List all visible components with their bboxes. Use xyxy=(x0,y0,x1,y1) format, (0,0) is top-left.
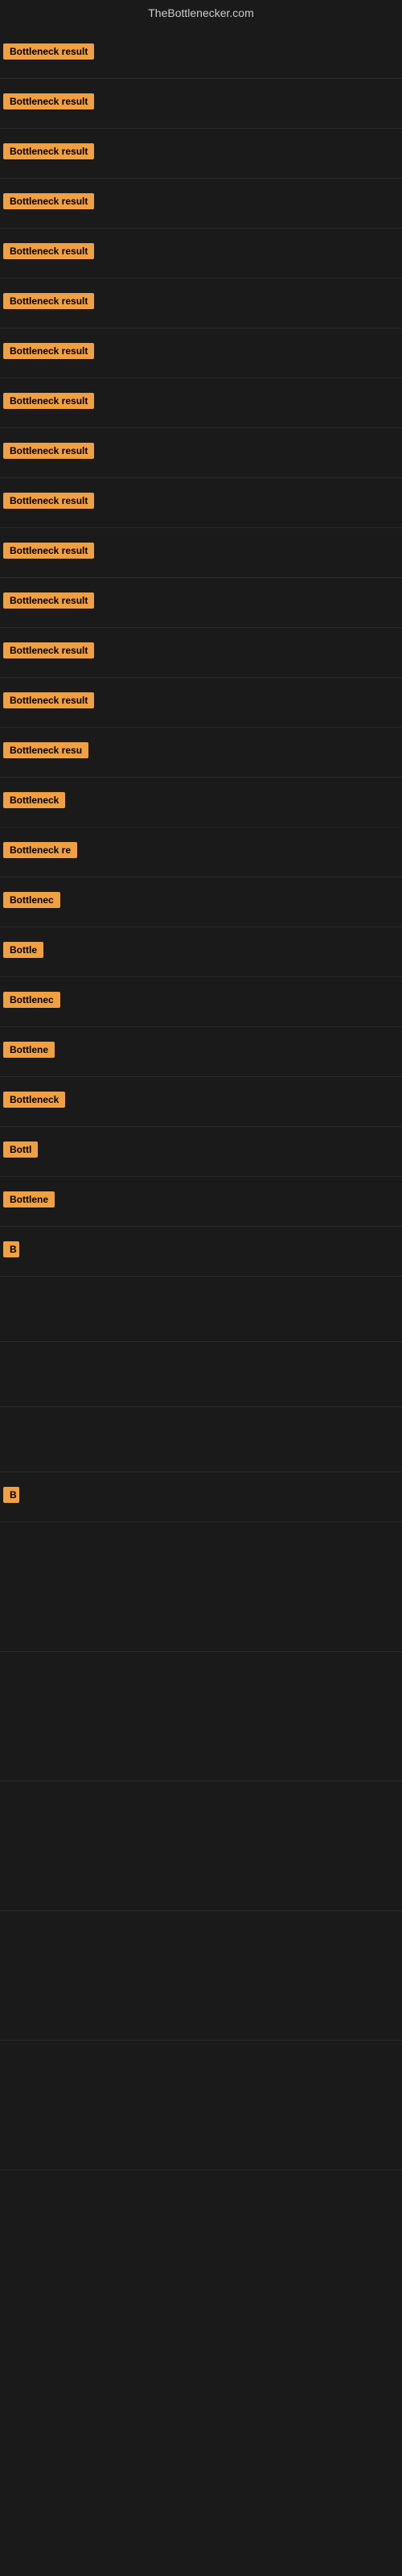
table-row: Bottleneck result xyxy=(0,179,402,229)
bottleneck-badge[interactable]: Bottleneck result xyxy=(3,443,94,459)
table-row: Bottleneck result xyxy=(0,328,402,378)
table-row: Bottleneck resu xyxy=(0,728,402,778)
bottleneck-badge[interactable]: Bottleneck result xyxy=(3,193,94,209)
table-row: Bottleneck xyxy=(0,1077,402,1127)
bottleneck-badge[interactable]: Bottleneck xyxy=(3,1092,65,1108)
bottleneck-badge[interactable]: Bottleneck result xyxy=(3,43,94,60)
bottleneck-badge[interactable]: Bottle xyxy=(3,942,43,958)
table-row: Bottleneck result xyxy=(0,578,402,628)
table-row: Bottleneck result xyxy=(0,678,402,728)
table-row: Bottl xyxy=(0,1127,402,1177)
table-row: Bottle xyxy=(0,927,402,977)
bottleneck-badge[interactable]: Bottlenec xyxy=(3,892,60,908)
bottleneck-badge[interactable]: Bottleneck re xyxy=(3,842,77,858)
table-row: Bottleneck result xyxy=(0,428,402,478)
bottleneck-badge[interactable]: Bottleneck xyxy=(3,792,65,808)
table-row: Bottlenec xyxy=(0,877,402,927)
table-row: Bottleneck result xyxy=(0,378,402,428)
table-row xyxy=(0,1407,402,1472)
bottleneck-badge[interactable]: Bottleneck result xyxy=(3,692,94,708)
badge-rows-container: Bottleneck result Bottleneck result Bott… xyxy=(0,29,402,2170)
bottleneck-badge[interactable]: B xyxy=(3,1487,19,1503)
bottleneck-badge[interactable]: Bottleneck result xyxy=(3,243,94,259)
table-row: Bottleneck result xyxy=(0,129,402,179)
table-row: Bottleneck result xyxy=(0,528,402,578)
bottleneck-badge[interactable]: Bottlenec xyxy=(3,992,60,1008)
table-row xyxy=(0,1342,402,1407)
table-row: Bottlene xyxy=(0,1177,402,1227)
table-row: Bottleneck re xyxy=(0,828,402,877)
bottleneck-badge[interactable]: Bottlene xyxy=(3,1191,55,1208)
table-row: B xyxy=(0,1472,402,1522)
table-row: Bottleneck result xyxy=(0,29,402,79)
bottleneck-badge[interactable]: Bottleneck resu xyxy=(3,742,88,758)
table-row: Bottlene xyxy=(0,1027,402,1077)
table-row: Bottleneck xyxy=(0,778,402,828)
table-row: Bottleneck result xyxy=(0,628,402,678)
bottleneck-badge[interactable]: B xyxy=(3,1241,19,1257)
table-row xyxy=(0,1781,402,1911)
table-row xyxy=(0,2041,402,2170)
bottleneck-badge[interactable]: Bottleneck result xyxy=(3,592,94,609)
table-row: Bottleneck result xyxy=(0,279,402,328)
bottleneck-badge[interactable]: Bottleneck result xyxy=(3,343,94,359)
table-row: Bottleneck result xyxy=(0,478,402,528)
bottleneck-badge[interactable]: Bottleneck result xyxy=(3,143,94,159)
bottleneck-badge[interactable]: Bottleneck result xyxy=(3,543,94,559)
table-row: Bottlenec xyxy=(0,977,402,1027)
bottleneck-badge[interactable]: Bottleneck result xyxy=(3,93,94,109)
site-title: TheBottlenecker.com xyxy=(0,0,402,29)
bottleneck-badge[interactable]: Bottleneck result xyxy=(3,493,94,509)
table-row: Bottleneck result xyxy=(0,79,402,129)
table-row xyxy=(0,1652,402,1781)
table-row xyxy=(0,1911,402,2041)
bottleneck-badge[interactable]: Bottleneck result xyxy=(3,393,94,409)
bottleneck-badge[interactable]: Bottleneck result xyxy=(3,293,94,309)
table-row xyxy=(0,1522,402,1652)
table-row: Bottleneck result xyxy=(0,229,402,279)
table-row: B xyxy=(0,1227,402,1277)
bottleneck-badge[interactable]: Bottleneck result xyxy=(3,642,94,658)
table-row xyxy=(0,1277,402,1342)
bottleneck-badge[interactable]: Bottl xyxy=(3,1141,38,1158)
bottleneck-badge[interactable]: Bottlene xyxy=(3,1042,55,1058)
